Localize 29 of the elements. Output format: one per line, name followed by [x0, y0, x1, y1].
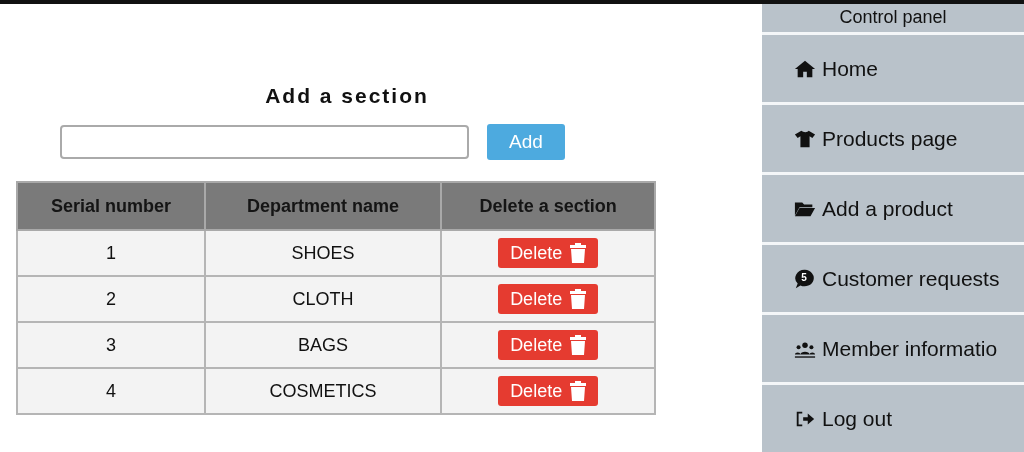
trash-icon — [570, 243, 587, 263]
table-cell: 4 — [17, 368, 205, 414]
delete-button[interactable]: Delete — [498, 376, 599, 406]
table-cell: 2 — [17, 276, 205, 322]
section-title: Add a section — [264, 84, 430, 108]
delete-button[interactable]: Delete — [498, 238, 599, 268]
sidebar-item[interactable]: Products page — [762, 105, 1024, 175]
sidebar-item[interactable]: Add a product — [762, 175, 1024, 245]
table-cell: 3 — [17, 322, 205, 368]
column-header: Department name — [204, 182, 442, 230]
sidebar-item[interactable]: Log out — [762, 385, 1024, 452]
column-header: Delete a section — [441, 182, 655, 230]
section-name-field[interactable] — [60, 125, 469, 159]
delete-button[interactable]: Delete — [498, 284, 599, 314]
table-cell: BAGS — [204, 322, 442, 368]
trash-icon — [570, 335, 587, 355]
table-cell: COSMETICS — [204, 368, 442, 414]
trash-icon — [570, 381, 587, 401]
table-cell: SHOES — [204, 230, 442, 276]
table-cell: CLOTH — [204, 276, 442, 322]
sidebar-title: Control panel — [762, 4, 1024, 35]
sidebar-item[interactable]: Member informatio — [762, 315, 1024, 385]
delete-button[interactable]: Delete — [498, 330, 599, 360]
count-label: 5 — [800, 270, 808, 285]
trash-icon — [570, 289, 587, 309]
table-cell: 1 — [17, 230, 205, 276]
column-header: Serial number — [17, 182, 205, 230]
sidebar-item[interactable]: Home — [762, 35, 1024, 105]
sidebar-item[interactable]: 5 Customer requests — [762, 245, 1024, 315]
